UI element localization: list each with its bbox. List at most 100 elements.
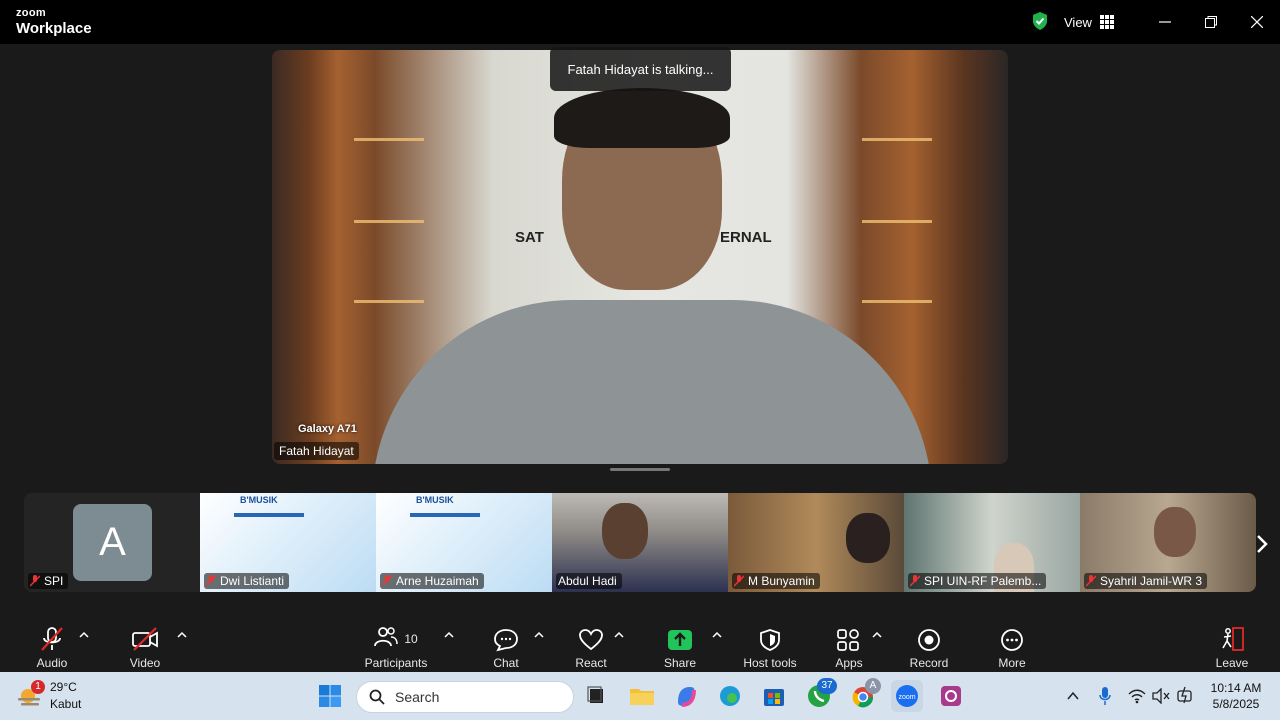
share-button[interactable]: Share <box>663 622 697 670</box>
whatsapp-button[interactable]: 37 <box>803 678 837 712</box>
resize-handle[interactable] <box>610 468 670 471</box>
copilot-button[interactable] <box>670 680 702 712</box>
clock-date: 5/8/2025 <box>1212 697 1260 711</box>
apps-options-caret-icon[interactable] <box>872 631 882 639</box>
record-button[interactable]: Record <box>907 622 951 670</box>
grid-icon <box>1099 15 1114 29</box>
slide-banner <box>234 513 304 517</box>
leave-button[interactable]: Leave <box>1214 622 1250 670</box>
participant-name: Abdul Hadi <box>558 574 617 588</box>
pdf-app-button[interactable] <box>935 680 967 712</box>
brand-bottom: Workplace <box>16 20 92 37</box>
participant-label: Arne Huzaimah <box>380 573 484 589</box>
react-options-caret-icon[interactable] <box>614 631 624 639</box>
participants-label: Participants <box>364 656 428 670</box>
next-page-chevron-icon[interactable] <box>1252 532 1272 556</box>
video-button[interactable]: Video <box>124 622 166 670</box>
video-label: Video <box>129 656 161 670</box>
record-icon <box>918 629 940 651</box>
device-label: Galaxy A71 <box>298 423 357 435</box>
host-tools-button[interactable]: Host tools <box>739 622 801 670</box>
minimize-button[interactable] <box>1153 10 1177 34</box>
edge-button[interactable] <box>714 680 746 712</box>
task-view-button[interactable] <box>581 680 613 712</box>
chrome-button[interactable]: A <box>847 678 881 712</box>
weather-widget[interactable]: 1 29°C Kabut <box>16 680 96 714</box>
zoom-taskbar-button[interactable]: zoom <box>891 680 923 712</box>
speaker-muted-icon[interactable] <box>1152 688 1170 704</box>
shelf-light <box>354 220 424 223</box>
participant-tile[interactable]: B'MUSIK Arne Huzaimah <box>376 493 552 592</box>
participants-button[interactable]: 10 Participants <box>362 622 430 670</box>
participant-tile[interactable]: SPI UIN-RF Palemb... <box>904 493 1080 592</box>
restore-button[interactable] <box>1199 10 1223 34</box>
brand-top: zoom <box>16 7 46 19</box>
battery-charging-icon[interactable] <box>1176 686 1194 704</box>
system-clock[interactable]: 10:14 AM 5/8/2025 <box>1200 680 1272 712</box>
close-icon <box>1251 16 1263 28</box>
more-button[interactable]: More <box>994 622 1030 670</box>
talking-banner: Fatah Hidayat is talking... <box>550 47 731 91</box>
zoom-logo: zoom Workplace <box>16 7 92 37</box>
apps-icon <box>837 629 859 651</box>
participant-tile[interactable]: M Bunyamin <box>728 493 904 592</box>
shelf-light <box>862 220 932 223</box>
speaker-name-tag: Fatah Hidayat <box>274 442 359 460</box>
search-icon <box>369 689 385 705</box>
shelf-light <box>862 138 932 141</box>
file-explorer-button[interactable] <box>626 680 658 712</box>
wifi-icon[interactable] <box>1128 688 1146 704</box>
participants-options-caret-icon[interactable] <box>444 631 454 639</box>
encryption-shield-icon[interactable] <box>1031 11 1049 31</box>
close-button[interactable] <box>1245 10 1269 34</box>
restore-icon <box>1205 16 1217 28</box>
zoom-app-icon: zoom <box>896 685 918 707</box>
folder-icon <box>630 689 654 705</box>
view-button[interactable]: View <box>1064 12 1114 32</box>
active-speaker-video[interactable]: SAT ERNAL Galaxy A71 Fatah Hidayat <box>272 50 1008 464</box>
participant-tile[interactable]: A SPI <box>24 493 200 592</box>
zoom-window: zoom Workplace View SAT ERNAL Galaxy A71… <box>0 0 1280 672</box>
store-button[interactable] <box>758 680 790 712</box>
audio-options-caret-icon[interactable] <box>79 631 89 639</box>
shelf-light <box>354 138 424 141</box>
more-label: More <box>998 656 1026 670</box>
speaker-body <box>372 300 932 464</box>
participant-label: Dwi Listianti <box>204 573 290 589</box>
start-button[interactable] <box>314 680 346 712</box>
chat-options-caret-icon[interactable] <box>534 631 544 639</box>
slide-title: B'MUSIK <box>416 495 454 505</box>
chat-button[interactable]: Chat <box>491 622 521 670</box>
minimize-icon <box>1159 21 1171 23</box>
share-label: Share <box>663 656 697 670</box>
audio-button[interactable]: Audio <box>34 622 70 670</box>
view-label: View <box>1064 14 1092 30</box>
video-options-caret-icon[interactable] <box>177 631 187 639</box>
participant-tile[interactable]: B'MUSIK Dwi Listianti <box>200 493 376 592</box>
participant-tile[interactable]: Abdul Hadi <box>552 493 728 592</box>
pdf-app-icon <box>941 686 961 706</box>
store-icon <box>764 689 784 706</box>
clock-time: 10:14 AM <box>1210 681 1262 695</box>
mic-muted-icon <box>734 575 744 587</box>
camera-off-icon <box>132 627 158 651</box>
meeting-toolbar: Audio Video 10 Participants Chat React S… <box>0 612 1280 672</box>
record-label: Record <box>909 656 949 670</box>
taskbar-search[interactable]: Search <box>356 681 574 713</box>
share-screen-icon <box>668 630 692 650</box>
chevron-up-icon[interactable] <box>1066 689 1080 703</box>
participant-tile[interactable]: Syahril Jamil-WR 3 <box>1080 493 1256 592</box>
share-options-caret-icon[interactable] <box>712 631 722 639</box>
react-button[interactable]: React <box>574 622 608 670</box>
audio-label: Audio <box>36 656 68 670</box>
mic-muted-icon <box>1086 575 1096 587</box>
wall-sign-right: ERNAL <box>720 229 772 246</box>
apps-button[interactable]: Apps <box>832 622 866 670</box>
mic-muted-icon <box>910 575 920 587</box>
windows-logo-icon <box>319 685 341 707</box>
participant-label: M Bunyamin <box>732 573 820 589</box>
microphone-tray-icon[interactable] <box>1098 686 1112 706</box>
shield-icon <box>760 629 780 651</box>
mic-muted-icon <box>382 575 392 587</box>
speaker-hair <box>554 88 730 148</box>
